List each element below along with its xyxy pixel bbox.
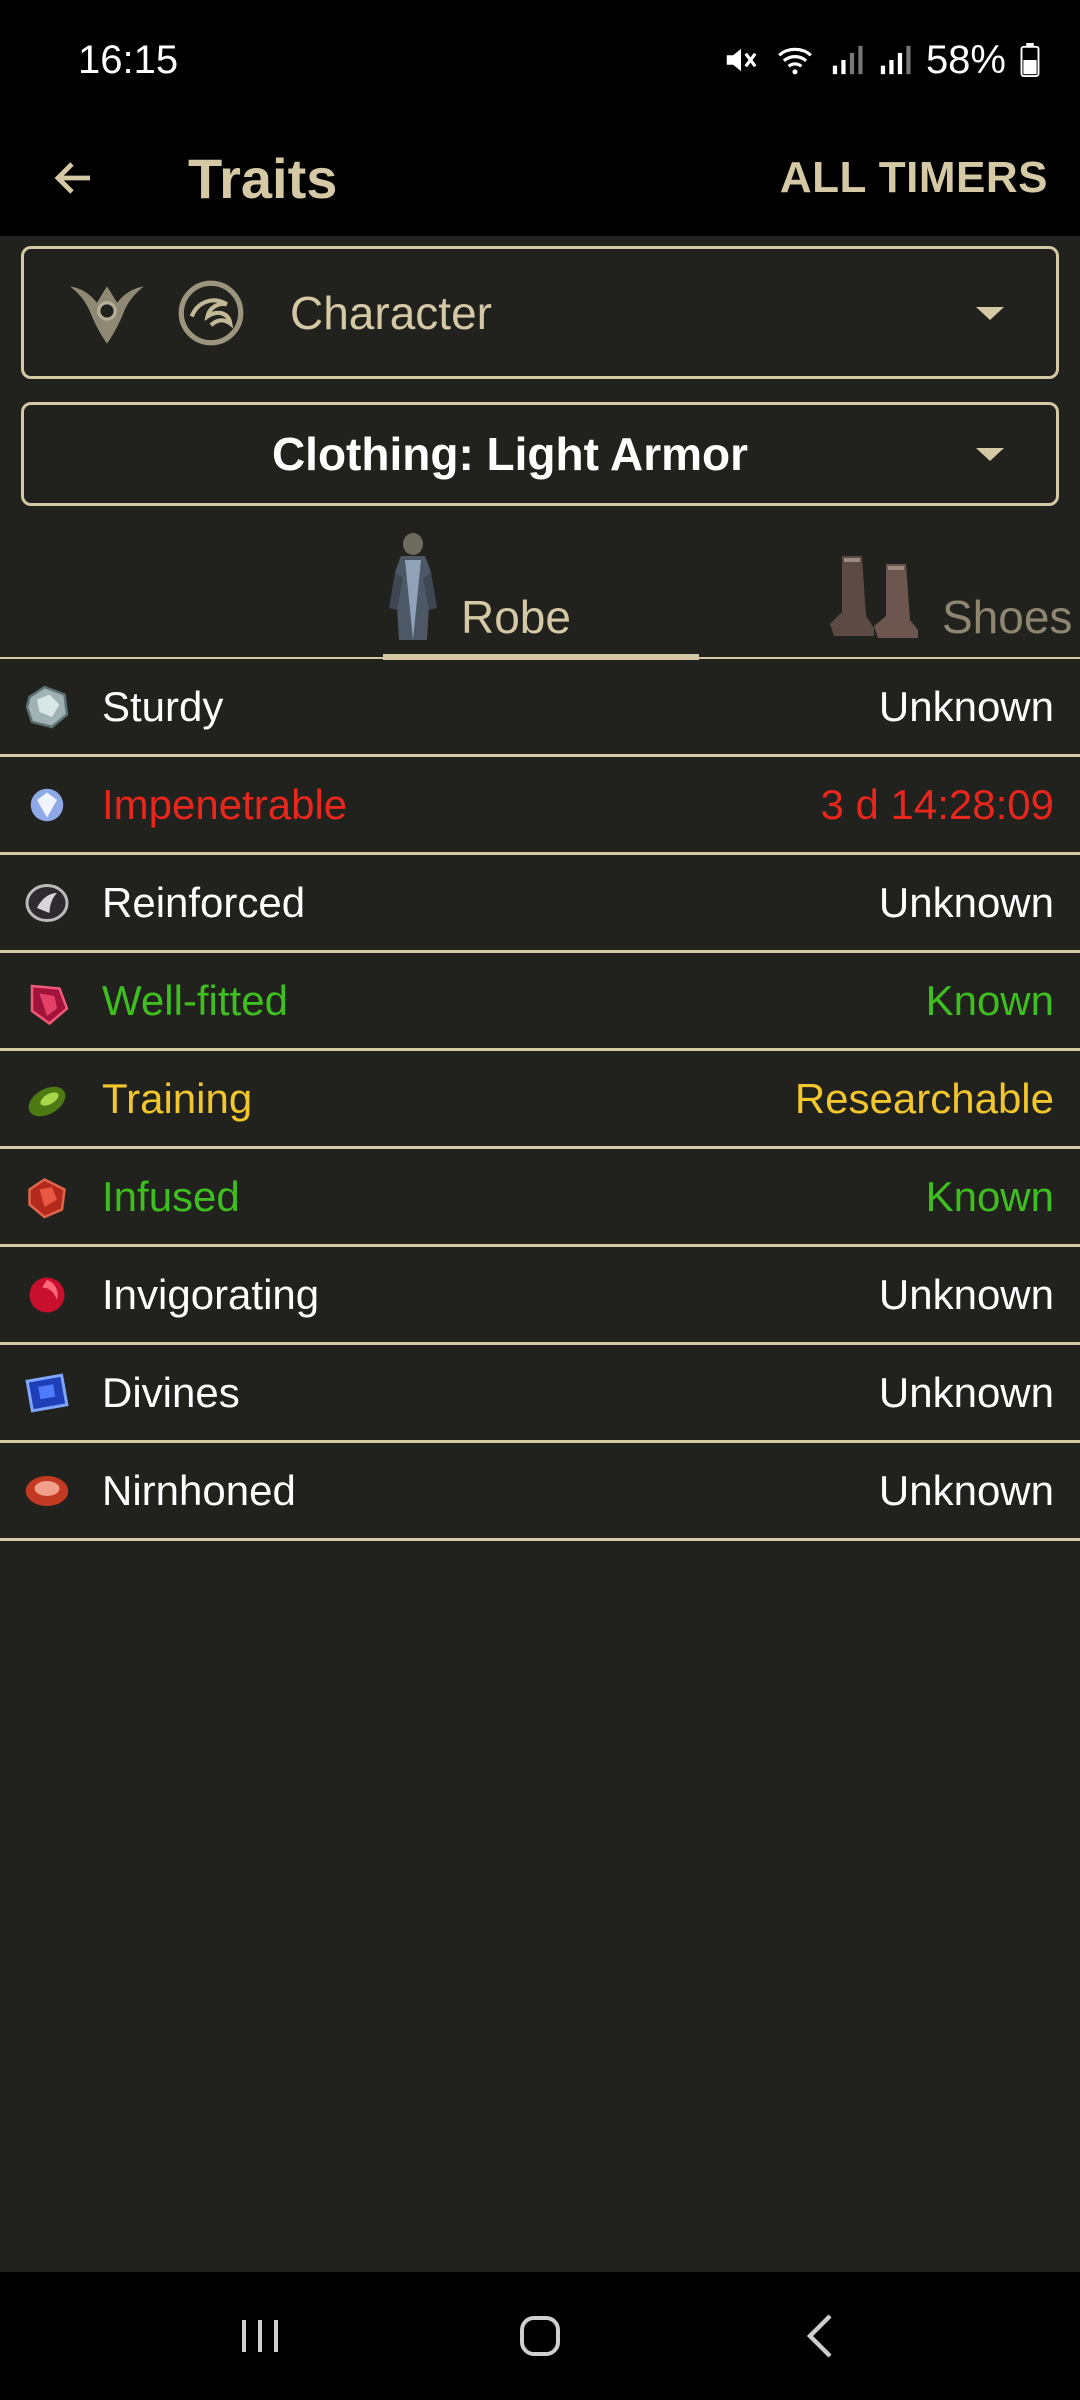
trait-name: Reinforced xyxy=(102,878,306,926)
bloodstone-gem-icon xyxy=(22,1172,72,1222)
trait-status: 3 d 14:28:09 xyxy=(820,780,1054,828)
trait-row[interactable]: Invigorating Unknown xyxy=(0,1247,1080,1345)
chevron-down-icon xyxy=(976,306,1004,320)
trait-name: Infused xyxy=(102,1172,240,1220)
trait-name: Invigorating xyxy=(102,1270,320,1318)
page-title: Traits xyxy=(188,146,338,210)
class-emblem-icon xyxy=(70,285,144,344)
trait-name: Well-fitted xyxy=(102,976,288,1024)
item-tabs: Robe Shoes xyxy=(0,520,1080,660)
app-bar: Traits ALL TIMERS xyxy=(0,120,1080,236)
status-indicators: 58% xyxy=(722,38,1040,83)
category-dropdown[interactable]: Clothing: Light Armor xyxy=(21,402,1059,506)
trait-name: Divines xyxy=(102,1368,240,1416)
home-button[interactable] xyxy=(480,2286,600,2386)
trait-row[interactable]: Impenetrable 3 d 14:28:09 xyxy=(0,757,1080,855)
tab-robe-label: Robe xyxy=(461,591,571,643)
character-dropdown[interactable]: Character xyxy=(21,246,1059,379)
trait-status: Researchable xyxy=(794,1074,1054,1122)
tab-shoes[interactable]: Shoes xyxy=(826,520,1080,660)
trait-row[interactable]: Well-fitted Known xyxy=(0,953,1080,1051)
tab-shoes-label: Shoes xyxy=(942,591,1073,643)
fortified-nirncrux-icon xyxy=(22,1466,72,1516)
trait-status: Unknown xyxy=(878,878,1054,926)
trait-row[interactable]: Nirnhoned Unknown xyxy=(0,1443,1080,1541)
garnet-gem-icon xyxy=(22,1270,72,1320)
trait-status: Known xyxy=(925,1172,1054,1220)
character-label: Character xyxy=(290,286,492,339)
all-timers-button[interactable]: ALL TIMERS xyxy=(780,153,1048,203)
signal-icon-2 xyxy=(880,45,911,75)
trait-name: Sturdy xyxy=(102,682,224,730)
recent-apps-button[interactable] xyxy=(200,2286,320,2386)
trait-row[interactable]: Divines Unknown xyxy=(0,1345,1080,1443)
trait-status: Unknown xyxy=(878,1466,1054,1514)
quartz-gem-icon xyxy=(22,682,72,732)
trait-status: Known xyxy=(925,976,1054,1024)
chevron-left-icon xyxy=(806,2314,832,2358)
trait-name: Training xyxy=(102,1074,253,1122)
recent-apps-icon xyxy=(242,2320,278,2352)
tab-robe[interactable]: Robe xyxy=(383,520,699,660)
robe-icon xyxy=(389,533,437,640)
diamond-gem-icon xyxy=(22,780,72,830)
system-back-button[interactable] xyxy=(760,2286,880,2386)
sardonyx-gem-icon xyxy=(22,878,72,928)
category-label: Clothing: Light Armor xyxy=(271,428,749,480)
signal-icon xyxy=(832,45,863,75)
wifi-icon xyxy=(778,47,812,75)
status-bar: 16:15 58% xyxy=(0,0,1080,120)
trait-status: Unknown xyxy=(878,1270,1054,1318)
trait-row[interactable]: Reinforced Unknown xyxy=(0,855,1080,953)
trait-row[interactable]: Training Researchable xyxy=(0,1051,1080,1149)
race-emblem-icon xyxy=(178,280,244,345)
trait-row[interactable]: Infused Known xyxy=(0,1149,1080,1247)
system-nav-bar xyxy=(0,2272,1080,2400)
trait-status: Unknown xyxy=(878,1368,1054,1416)
mute-icon xyxy=(726,48,757,72)
almandine-gem-icon xyxy=(22,976,72,1026)
arrow-left-icon xyxy=(54,162,90,194)
trait-row[interactable]: Sturdy Unknown xyxy=(0,659,1080,757)
trait-list: Sturdy Unknown Impenetrable 3 d 14:28:09… xyxy=(0,659,1080,1541)
back-button[interactable] xyxy=(24,128,124,228)
emerald-gem-icon xyxy=(22,1074,72,1124)
trait-status: Unknown xyxy=(878,682,1054,730)
chevron-down-icon xyxy=(976,448,1004,461)
home-icon xyxy=(520,2316,560,2356)
sapphire-gem-icon xyxy=(22,1368,72,1418)
trait-name: Impenetrable xyxy=(102,780,348,828)
status-time: 16:15 xyxy=(78,37,179,82)
shoes-icon xyxy=(830,556,918,638)
battery-percent: 58% xyxy=(925,37,1006,82)
trait-name: Nirnhoned xyxy=(102,1466,296,1514)
battery-icon xyxy=(1020,43,1040,77)
